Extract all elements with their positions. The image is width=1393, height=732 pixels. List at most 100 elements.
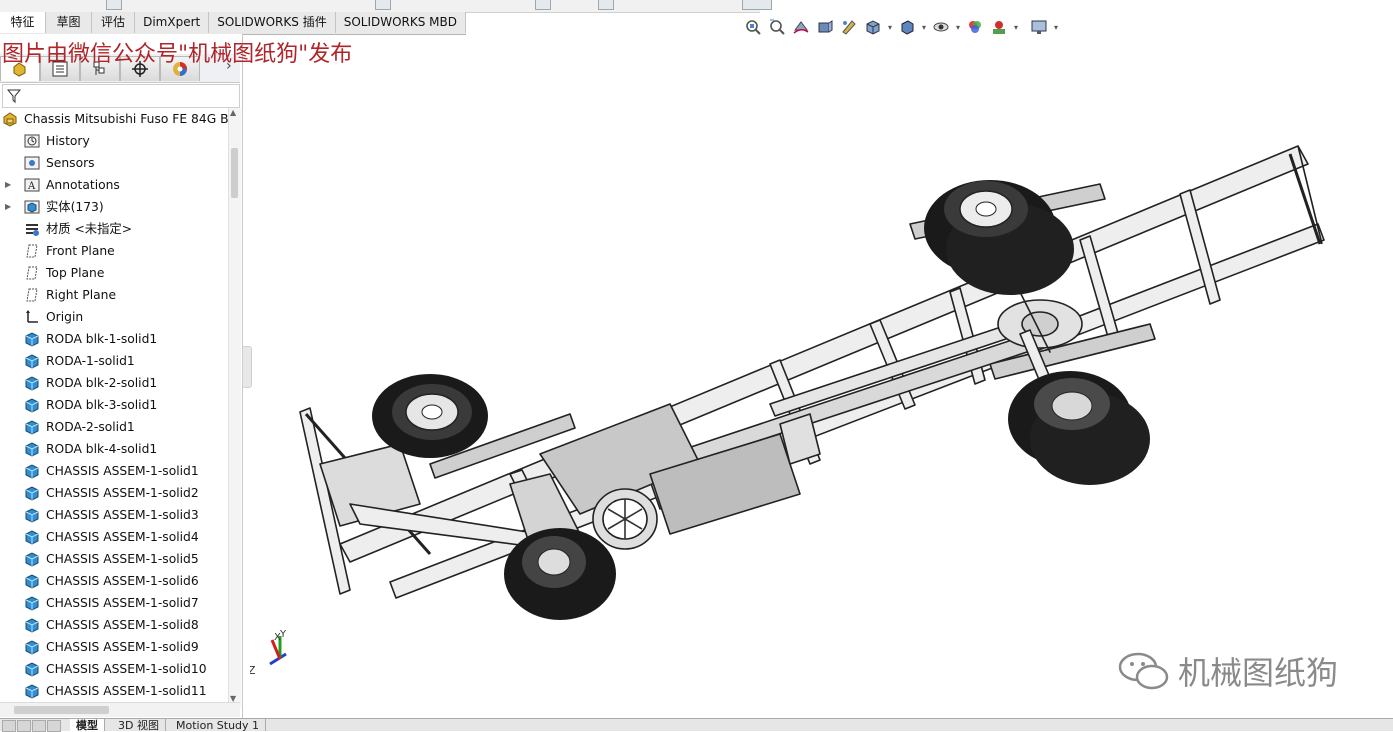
tree-item-label: CHASSIS ASSEM-1-solid5 <box>46 552 199 566</box>
feature-tree: Chassis Mitsubishi Fuso FE 84G BC History… <box>0 108 228 708</box>
tree-item[interactable]: CHASSIS ASSEM-1-solid3 <box>0 504 228 526</box>
feature-manager-panel: › Chassis Mitsubishi Fuso FE 84G BC Histo… <box>0 34 243 720</box>
tree-item-label: History <box>46 134 90 148</box>
command-manager-tabs: 特征 草图 评估 DimXpert SOLIDWORKS 插件 SOLIDWOR… <box>0 12 467 35</box>
prev-tab-icon[interactable] <box>17 720 31 732</box>
scroll-up-icon[interactable]: ▲ <box>230 108 236 117</box>
tree-item[interactable]: Top Plane <box>0 262 228 284</box>
tree-item[interactable]: Right Plane <box>0 284 228 306</box>
tree-item[interactable]: CHASSIS ASSEM-1-solid2 <box>0 482 228 504</box>
tab-motion-study[interactable]: Motion Study 1 <box>170 719 267 731</box>
tree-item-label: CHASSIS ASSEM-1-solid7 <box>46 596 199 610</box>
tree-item[interactable]: RODA blk-3-solid1 <box>0 394 228 416</box>
tree-item[interactable]: RODA blk-1-solid1 <box>0 328 228 350</box>
tree-item[interactable]: Front Plane <box>0 240 228 262</box>
body-icon <box>24 375 40 391</box>
tree-item[interactable]: History <box>0 130 228 152</box>
bottom-tab-bar: 模型 3D 视图 Motion Study 1 <box>0 718 1393 732</box>
tree-item[interactable]: CHASSIS ASSEM-1-solid10 <box>0 658 228 680</box>
tree-item[interactable]: CHASSIS ASSEM-1-solid7 <box>0 592 228 614</box>
tab-addins[interactable]: SOLIDWORKS 插件 <box>209 12 336 33</box>
body-icon <box>24 397 40 413</box>
wechat-icon <box>1118 652 1169 690</box>
triad-y-label: Y <box>279 629 287 640</box>
tree-item-label: 实体(173) <box>46 200 104 214</box>
body-icon <box>24 485 40 501</box>
last-tab-icon[interactable] <box>47 720 61 732</box>
tree-item-label: CHASSIS ASSEM-1-solid10 <box>46 662 207 676</box>
body-icon <box>24 683 40 699</box>
tree-root[interactable]: Chassis Mitsubishi Fuso FE 84G BC <box>0 108 228 130</box>
history-icon <box>24 133 40 149</box>
tree-item[interactable]: CHASSIS ASSEM-1-solid11 <box>0 680 228 702</box>
chevron-down-icon[interactable]: ▾ <box>1052 23 1060 32</box>
body-icon <box>24 529 40 545</box>
toolbar-stub-button <box>598 0 614 10</box>
tree-item-label: CHASSIS ASSEM-1-solid1 <box>46 464 199 478</box>
tree-item-label: RODA blk-2-solid1 <box>46 376 158 390</box>
scroll-thumb[interactable] <box>231 148 238 198</box>
graphics-area[interactable]: X Y Z <box>248 34 1393 718</box>
body-icon <box>24 551 40 567</box>
tree-item-label: RODA-1-solid1 <box>46 354 135 368</box>
tree-item[interactable]: RODA-1-solid1 <box>0 350 228 372</box>
tree-item-label: CHASSIS ASSEM-1-solid4 <box>46 530 199 544</box>
plane-icon <box>24 243 40 259</box>
tree-item[interactable]: CHASSIS ASSEM-1-solid9 <box>0 636 228 658</box>
tree-item[interactable]: ▶ 实体(173) <box>0 196 228 218</box>
tab-dimxpert[interactable]: DimXpert <box>135 12 210 33</box>
solid-bodies-icon <box>24 199 40 215</box>
body-icon <box>24 463 40 479</box>
tree-item-label: RODA blk-1-solid1 <box>46 332 158 346</box>
triad-z-label: Z <box>250 664 256 677</box>
body-icon <box>24 419 40 435</box>
tree-item[interactable]: 材质 <未指定> <box>0 218 228 240</box>
tree-item[interactable]: RODA blk-4-solid1 <box>0 438 228 460</box>
tree-filter[interactable] <box>2 84 240 108</box>
tree-item-label: Sensors <box>46 156 95 170</box>
svg-text:A: A <box>27 181 36 192</box>
tree-item[interactable]: ▶ A Annotations <box>0 174 228 196</box>
chassis-model-render: X Y Z <box>248 145 1325 677</box>
chevron-down-icon[interactable]: ▾ <box>886 23 894 32</box>
first-tab-icon[interactable] <box>2 720 16 732</box>
tab-evaluate[interactable]: 评估 <box>92 12 136 33</box>
tree-item[interactable]: CHASSIS ASSEM-1-solid8 <box>0 614 228 636</box>
tree-horizontal-scrollbar[interactable] <box>0 702 240 717</box>
tree-item-label: Top Plane <box>46 266 105 280</box>
body-icon <box>24 639 40 655</box>
tab-model[interactable]: 模型 <box>70 719 105 731</box>
tree-item-label: RODA-2-solid1 <box>46 420 135 434</box>
scroll-thumb[interactable] <box>14 706 109 714</box>
next-tab-icon[interactable] <box>32 720 46 732</box>
tree-item[interactable]: CHASSIS ASSEM-1-solid4 <box>0 526 228 548</box>
tab-3d-view[interactable]: 3D 视图 <box>112 719 166 731</box>
tree-item[interactable]: RODA-2-solid1 <box>0 416 228 438</box>
tab-mbd[interactable]: SOLIDWORKS MBD <box>336 12 467 33</box>
expand-arrow-icon[interactable]: ▶ <box>5 174 11 196</box>
tree-item-label: Annotations <box>46 178 120 192</box>
expand-arrow-icon[interactable]: ▶ <box>5 196 11 218</box>
body-icon <box>24 353 40 369</box>
tree-item[interactable]: Sensors <box>0 152 228 174</box>
tree-item-label: Right Plane <box>46 288 117 302</box>
body-icon <box>24 573 40 589</box>
filter-icon[interactable] <box>6 88 22 104</box>
tree-item[interactable]: RODA blk-2-solid1 <box>0 372 228 394</box>
toolbar-stub-button <box>742 0 772 10</box>
tab-sketch[interactable]: 草图 <box>46 12 92 33</box>
toolbar-stub-button <box>106 0 122 10</box>
toolbar-stub-button <box>375 0 391 10</box>
chevron-down-icon[interactable]: ▾ <box>1012 23 1020 32</box>
chevron-down-icon[interactable]: ▾ <box>954 23 962 32</box>
tree-vertical-scrollbar[interactable]: ▲ ▼ <box>228 108 241 708</box>
tab-features[interactable]: 特征 <box>0 12 46 33</box>
tree-item[interactable]: Origin <box>0 306 228 328</box>
tree-item[interactable]: CHASSIS ASSEM-1-solid6 <box>0 570 228 592</box>
sensors-icon <box>24 155 40 171</box>
material-icon <box>24 221 40 237</box>
wheel-front-upper <box>372 374 488 458</box>
chevron-down-icon[interactable]: ▾ <box>920 23 928 32</box>
tree-item[interactable]: CHASSIS ASSEM-1-solid1 <box>0 460 228 482</box>
tree-item[interactable]: CHASSIS ASSEM-1-solid5 <box>0 548 228 570</box>
